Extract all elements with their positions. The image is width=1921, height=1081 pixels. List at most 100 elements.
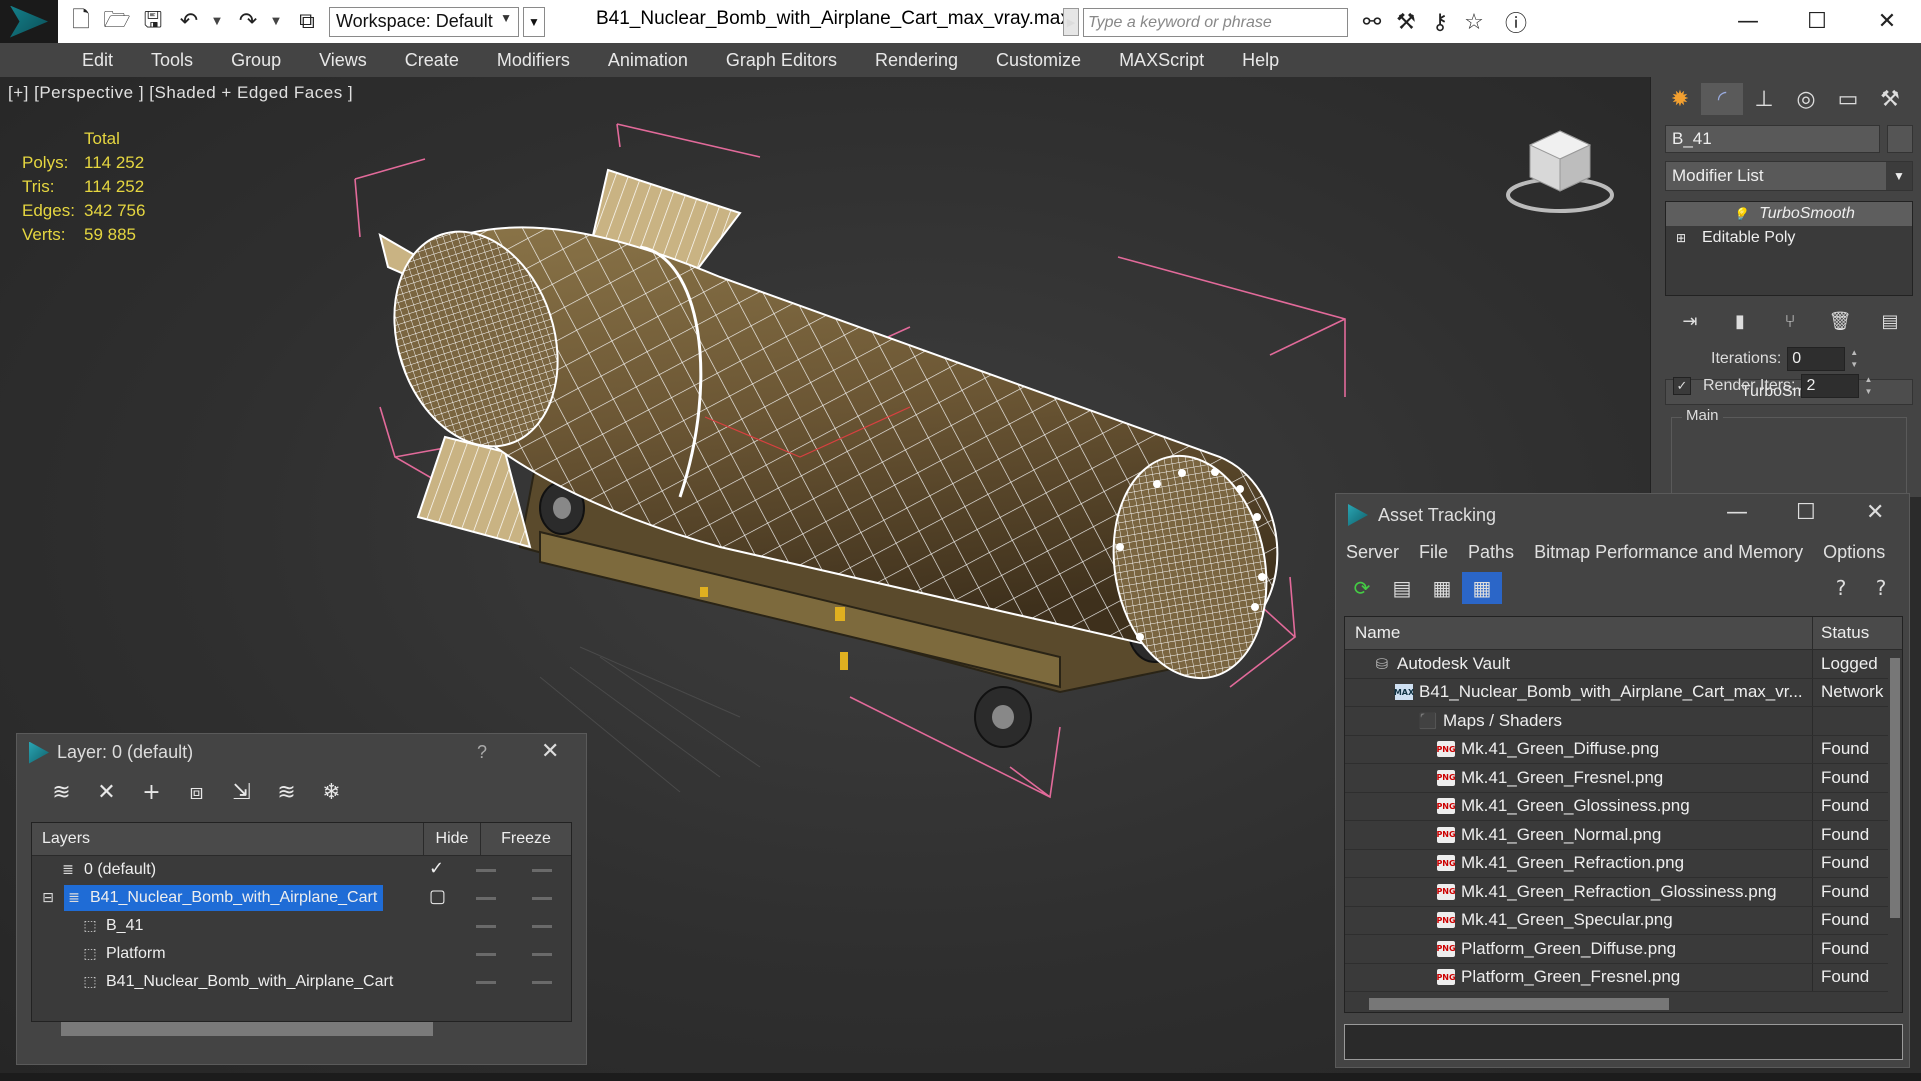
configure-sets-icon[interactable]: ▤ (1865, 307, 1915, 335)
hide-toggle[interactable] (476, 981, 496, 984)
sign-in-icon[interactable]: ⚷ (1423, 6, 1457, 38)
menu-file[interactable]: File (1419, 542, 1448, 563)
hide-toggle[interactable] (476, 953, 496, 956)
open-file-icon[interactable]: 🗁 (102, 7, 132, 37)
render-iters-checkbox[interactable]: ✓ (1673, 377, 1691, 395)
render-iters-spinner[interactable]: 2 (1801, 374, 1860, 398)
hide-all-icon[interactable]: ≋ (264, 776, 309, 808)
quick-access-overflow-button[interactable]: ▼ (523, 6, 545, 37)
asset-row[interactable]: PNG Platform_Green_Fresnel.png Found (1345, 963, 1902, 992)
lightbulb-icon[interactable]: 💡 (1733, 207, 1748, 221)
viewport-label[interactable]: [+] [Perspective ] [Shaded + Edged Faces… (8, 83, 353, 103)
binoculars-icon[interactable]: ⚯ (1355, 6, 1389, 38)
menu-rendering[interactable]: Rendering (875, 50, 958, 71)
object-row[interactable]: ⬚ B41_Nuclear_Bomb_with_Airplane_Cart (32, 968, 571, 996)
menu-edit[interactable]: Edit (82, 50, 113, 71)
star-icon[interactable]: ☆ (1457, 6, 1491, 38)
freeze-toggle[interactable] (532, 897, 552, 900)
delete-layer-icon[interactable]: ✕ (84, 776, 129, 808)
app-menu-button[interactable] (0, 0, 58, 43)
col-status[interactable]: Status (1813, 623, 1902, 643)
asset-row[interactable]: MAX B41_Nuclear_Bomb_with_Airplane_Cart_m… (1345, 678, 1902, 707)
search-expand-button[interactable]: ▶ (1063, 8, 1079, 36)
hide-toggle[interactable] (476, 869, 496, 872)
menu-paths[interactable]: Paths (1468, 542, 1514, 563)
asset-path-field[interactable] (1344, 1024, 1903, 1060)
motion-tab-icon[interactable]: ◎ (1785, 83, 1827, 115)
redo-icon[interactable]: ↷ (233, 7, 263, 37)
viewcube-icon[interactable] (1505, 127, 1615, 217)
search-input[interactable]: Type a keyword or phrase (1083, 8, 1348, 37)
asset-window-titlebar[interactable]: Asset Tracking — ☐ ✕ (1336, 494, 1909, 536)
menu-views[interactable]: Views (319, 50, 367, 71)
horizontal-scrollbar[interactable] (1369, 998, 1669, 1010)
stack-item-editable-poly[interactable]: ⊞ Editable Poly (1666, 226, 1912, 250)
minimize-icon[interactable]: — (1726, 500, 1748, 525)
asset-row[interactable]: PNG Mk.41_Green_Diffuse.png Found (1345, 735, 1902, 764)
menu-tools[interactable]: Tools (151, 50, 193, 71)
col-freeze[interactable]: Freeze (481, 830, 571, 848)
project-folder-icon[interactable]: ⧉ (292, 7, 322, 37)
freeze-all-icon[interactable]: ❄ (309, 776, 354, 808)
asset-row[interactable]: PNG Mk.41_Green_Refraction_Glossiness.png… (1345, 878, 1902, 907)
freeze-toggle[interactable] (532, 981, 552, 984)
maximize-button[interactable]: ☐ (1783, 0, 1851, 43)
utilities-tab-icon[interactable]: ⚒ (1869, 83, 1911, 115)
menu-options[interactable]: Options (1823, 542, 1885, 563)
menu-graph-editors[interactable]: Graph Editors (726, 50, 837, 71)
set-active-box-icon[interactable]: ▢ (429, 886, 446, 907)
hide-toggle[interactable] (476, 925, 496, 928)
stack-item-turbosmooth[interactable]: 💡 TurboSmooth (1666, 202, 1912, 226)
asset-row[interactable]: PNG Mk.41_Green_Specular.png Found (1345, 906, 1902, 935)
close-icon[interactable]: ✕ (1866, 500, 1884, 525)
asset-row[interactable]: PNG Mk.41_Green_Glossiness.png Found (1345, 792, 1902, 821)
maximize-icon[interactable]: ☐ (1796, 500, 1816, 525)
menu-customize[interactable]: Customize (996, 50, 1081, 71)
col-layers[interactable]: Layers (32, 823, 424, 855)
freeze-toggle[interactable] (532, 869, 552, 872)
display-tab-icon[interactable]: ▭ (1827, 83, 1869, 115)
layer-row[interactable]: ⊟ ≣ B41_Nuclear_Bomb_with_Airplane_Cart ▢ (32, 884, 571, 912)
help-icon[interactable]: ⓘ (1499, 6, 1533, 38)
close-icon[interactable]: ✕ (541, 739, 559, 764)
object-row[interactable]: ⬚ B_41 (32, 912, 571, 940)
modifier-list-dropdown[interactable]: Modifier List ▼ (1665, 161, 1913, 191)
pin-stack-icon[interactable]: ⇥ (1665, 307, 1715, 335)
object-row[interactable]: ⬚ Platform (32, 940, 571, 968)
menu-maxscript[interactable]: MAXScript (1119, 50, 1204, 71)
object-color-swatch[interactable] (1887, 125, 1913, 153)
layer-row[interactable]: ≣ 0 (default) ✓ (32, 856, 571, 884)
col-hide[interactable]: Hide (424, 823, 481, 855)
add-to-layer-icon[interactable]: + (129, 776, 174, 808)
asset-row[interactable]: PNG Platform_Green_Diffuse.png Found (1345, 935, 1902, 964)
asset-row[interactable]: PNG Mk.41_Green_Fresnel.png Found (1345, 764, 1902, 793)
help-icon[interactable]: ? (1821, 572, 1861, 604)
highlight-layer-icon[interactable]: ⇲ (219, 776, 264, 808)
show-end-result-icon[interactable]: ▮ (1715, 307, 1765, 335)
asset-row[interactable]: PNG Mk.41_Green_Refraction.png Found (1345, 849, 1902, 878)
menu-server[interactable]: Server (1346, 542, 1399, 563)
col-name[interactable]: Name (1345, 617, 1813, 649)
close-button[interactable]: ✕ (1853, 0, 1921, 43)
menu-bitmap-performance[interactable]: Bitmap Performance and Memory (1534, 542, 1803, 563)
scroll-thumb[interactable] (1890, 658, 1900, 918)
minimize-button[interactable]: — (1714, 0, 1782, 43)
tools-icon[interactable]: ⚒ (1389, 6, 1423, 38)
select-objects-icon[interactable]: ⧈ (174, 776, 219, 808)
modify-tab-icon[interactable]: ◜ (1701, 83, 1743, 115)
new-file-icon[interactable]: 🗋 (66, 7, 96, 37)
asset-row[interactable]: ⛁ Autodesk Vault Logged (1345, 650, 1902, 679)
active-layer-check-icon[interactable]: ✓ (429, 858, 444, 879)
freeze-toggle[interactable] (532, 925, 552, 928)
undo-icon[interactable]: ↶ (174, 7, 204, 37)
workspace-dropdown[interactable]: Workspace: Default ▼ (329, 6, 519, 37)
expand-plus-icon[interactable]: ⊞ (1676, 231, 1690, 245)
asset-row[interactable]: ⬛ Maps / Shaders (1345, 707, 1902, 736)
help-button[interactable]: ? (477, 742, 487, 763)
thumbnail-view-icon[interactable]: ▦ (1422, 572, 1462, 604)
hierarchy-tab-icon[interactable]: ⊥ (1743, 83, 1785, 115)
spinner-arrows-icon[interactable]: ▲ ▼ (1847, 347, 1861, 371)
save-icon[interactable]: 🖫 (138, 7, 168, 37)
menu-help[interactable]: Help (1242, 50, 1279, 71)
spinner-arrows-icon[interactable]: ▲ ▼ (1861, 374, 1875, 398)
